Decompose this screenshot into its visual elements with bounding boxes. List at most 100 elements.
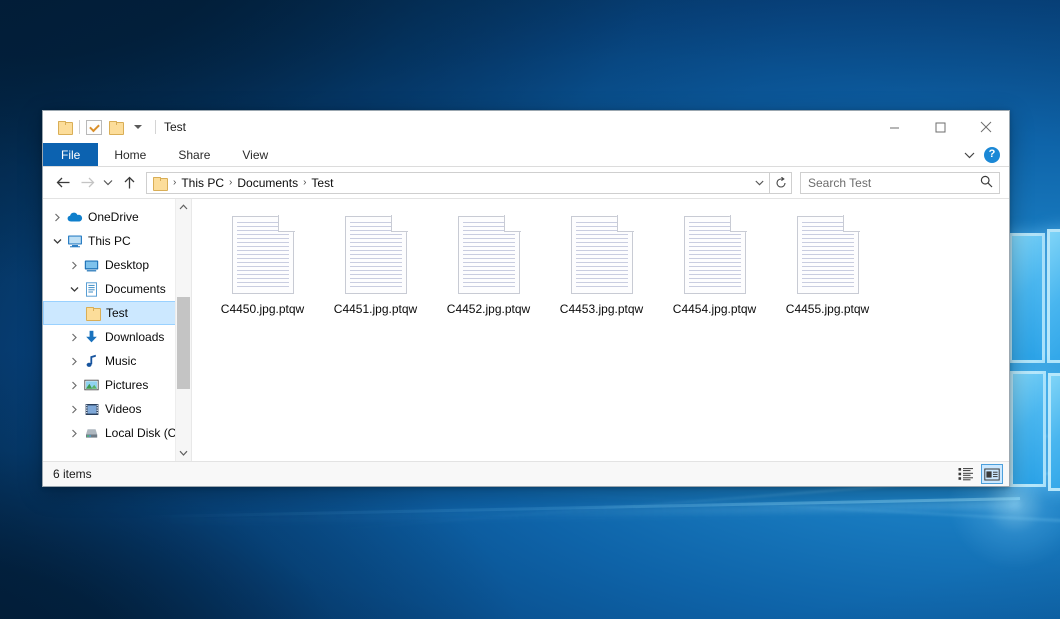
- file-explorer-window: Test File Home Share View: [42, 110, 1010, 487]
- chevron-right-icon[interactable]: [66, 381, 83, 390]
- generic-document-icon: [232, 216, 294, 294]
- address-bar-row: › This PC › Documents › Test Search Test: [43, 167, 1009, 198]
- large-icons-view-button[interactable]: [981, 464, 1003, 484]
- sidebar-item-local-disk-c[interactable]: Local Disk (C:): [43, 421, 191, 445]
- sidebar-scrollbar[interactable]: [175, 199, 191, 461]
- chevron-right-icon[interactable]: [66, 333, 83, 342]
- maximize-icon[interactable]: [917, 111, 963, 143]
- breadcrumb[interactable]: › This PC › Documents › Test: [146, 172, 770, 194]
- tab-view[interactable]: View: [226, 143, 284, 166]
- chevron-right-icon[interactable]: [49, 213, 66, 222]
- generic-document-icon: [797, 216, 859, 294]
- folder-icon[interactable]: [54, 116, 76, 138]
- sidebar-item-label: This PC: [88, 234, 131, 248]
- sidebar-item-documents[interactable]: Documents: [43, 277, 191, 301]
- navigation-tree: OneDrive This PC: [43, 199, 191, 445]
- sidebar-item-desktop[interactable]: Desktop: [43, 253, 191, 277]
- breadcrumb-separator: ›: [301, 177, 308, 188]
- generic-document-icon: [345, 216, 407, 294]
- tab-home[interactable]: Home: [98, 143, 162, 166]
- sidebar-item-test[interactable]: Test: [43, 301, 191, 325]
- chevron-right-icon[interactable]: [66, 261, 83, 270]
- chevron-right-icon[interactable]: [66, 429, 83, 438]
- desktop: Test File Home Share View: [0, 0, 1060, 619]
- title-bar: Test: [43, 111, 1009, 143]
- logo-pane: [1013, 374, 1043, 484]
- refresh-icon[interactable]: [770, 172, 792, 194]
- sidebar-item-label: OneDrive: [88, 210, 139, 224]
- chevron-down-icon[interactable]: [962, 148, 976, 162]
- new-folder-icon[interactable]: [105, 116, 127, 138]
- details-view-button[interactable]: [955, 464, 977, 484]
- scroll-down-arrow-icon[interactable]: [176, 445, 191, 461]
- file-grid: C4450.jpg.ptqw C4451.jpg.ptqw: [192, 199, 1009, 328]
- this-pc-monitor-icon: [66, 234, 83, 248]
- search-placeholder: Search Test: [808, 176, 980, 190]
- list-item[interactable]: C4455.jpg.ptqw: [771, 213, 884, 320]
- breadcrumb-item-documents[interactable]: Documents: [234, 176, 301, 190]
- list-item[interactable]: C4452.jpg.ptqw: [432, 213, 545, 320]
- file-name: C4452.jpg.ptqw: [447, 302, 530, 316]
- help-icon[interactable]: ?: [984, 147, 1000, 163]
- file-name: C4451.jpg.ptqw: [334, 302, 417, 316]
- search-input[interactable]: Search Test: [800, 172, 1000, 194]
- breadcrumb-item-this-pc[interactable]: This PC: [178, 176, 227, 190]
- address-dropdown-icon[interactable]: [751, 173, 767, 193]
- minimize-icon[interactable]: [871, 111, 917, 143]
- sidebar-item-onedrive[interactable]: OneDrive: [43, 205, 191, 229]
- generic-document-icon: [684, 216, 746, 294]
- breadcrumb-separator: ›: [227, 177, 234, 188]
- customize-quick-access-caret-icon[interactable]: [127, 116, 149, 138]
- scrollbar-thumb[interactable]: [177, 297, 190, 389]
- generic-document-icon: [571, 216, 633, 294]
- list-item[interactable]: C4450.jpg.ptqw: [206, 213, 319, 320]
- scroll-up-arrow-icon[interactable]: [176, 199, 191, 215]
- generic-document-icon: [458, 216, 520, 294]
- sidebar-item-downloads[interactable]: Downloads: [43, 325, 191, 349]
- sidebar-item-pictures[interactable]: Pictures: [43, 373, 191, 397]
- sidebar-item-label: Downloads: [105, 330, 164, 344]
- windows-logo: [1005, 200, 1060, 520]
- downloads-arrow-icon: [83, 330, 100, 344]
- list-item[interactable]: C4451.jpg.ptqw: [319, 213, 432, 320]
- recent-locations-chevron-icon[interactable]: [99, 171, 117, 195]
- desktop-icon: [83, 259, 100, 272]
- breadcrumb-separator: ›: [171, 177, 178, 188]
- search-icon[interactable]: [980, 175, 993, 191]
- list-item[interactable]: C4453.jpg.ptqw: [545, 213, 658, 320]
- sidebar-item-music[interactable]: Music: [43, 349, 191, 373]
- sidebar-item-label: Pictures: [105, 378, 148, 392]
- explorer-body: OneDrive This PC: [43, 198, 1009, 461]
- logo-pane: [1012, 236, 1042, 360]
- navigation-pane: OneDrive This PC: [43, 199, 192, 461]
- folder-icon: [84, 307, 101, 319]
- chevron-right-icon[interactable]: [66, 405, 83, 414]
- sidebar-item-videos[interactable]: Videos: [43, 397, 191, 421]
- sidebar-item-label: Videos: [105, 402, 141, 416]
- hard-drive-icon: [83, 427, 100, 439]
- chevron-down-icon[interactable]: [49, 238, 66, 245]
- music-note-icon: [83, 354, 100, 368]
- item-count-label: 6 items: [53, 467, 92, 481]
- up-arrow-icon[interactable]: [117, 171, 141, 195]
- sidebar-item-label: Desktop: [105, 258, 149, 272]
- tab-file[interactable]: File: [43, 143, 98, 166]
- videos-film-icon: [83, 403, 100, 416]
- back-arrow-icon[interactable]: [51, 171, 75, 195]
- breadcrumb-item-test[interactable]: Test: [308, 176, 336, 190]
- properties-checkbox-icon[interactable]: [83, 116, 105, 138]
- forward-arrow-icon: [75, 171, 99, 195]
- ribbon-tab-bar: File Home Share View ?: [43, 143, 1009, 167]
- tab-share[interactable]: Share: [162, 143, 226, 166]
- sidebar-item-this-pc[interactable]: This PC: [43, 229, 191, 253]
- file-name: C4453.jpg.ptqw: [560, 302, 643, 316]
- close-icon[interactable]: [963, 111, 1009, 143]
- sidebar-item-label: Documents: [105, 282, 166, 296]
- file-list-pane[interactable]: C4450.jpg.ptqw C4451.jpg.ptqw: [192, 199, 1009, 461]
- logo-pane: [1050, 232, 1060, 360]
- chevron-down-icon[interactable]: [66, 286, 83, 293]
- list-item[interactable]: C4454.jpg.ptqw: [658, 213, 771, 320]
- documents-icon: [83, 282, 100, 297]
- sidebar-item-label: Local Disk (C:): [105, 426, 184, 440]
- chevron-right-icon[interactable]: [66, 357, 83, 366]
